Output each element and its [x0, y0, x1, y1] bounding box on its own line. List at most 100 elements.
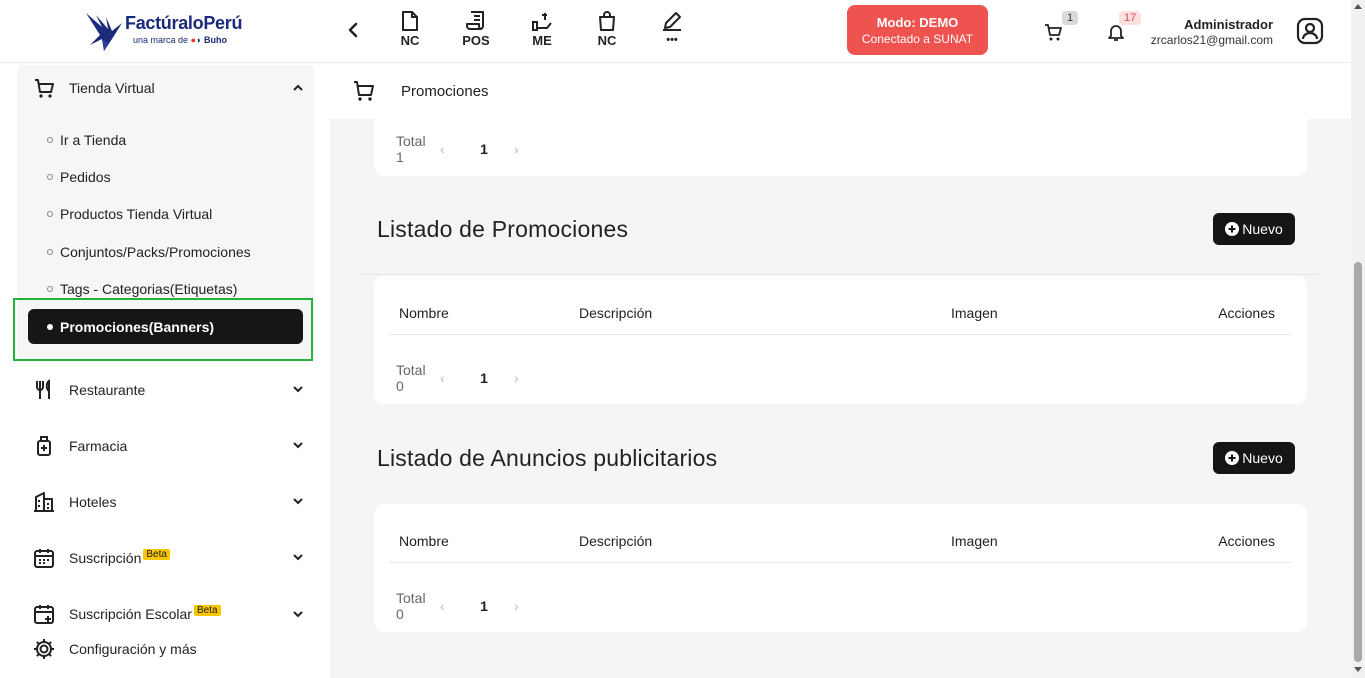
submenu-ir-a-tienda[interactable]: Ir a Tienda	[47, 132, 126, 148]
sidebar-item-label: Restaurante	[69, 382, 146, 398]
chevron-down-icon[interactable]	[292, 495, 304, 507]
notification-count-badge: 17	[1119, 11, 1142, 25]
new-promocion-button[interactable]: Nuevo	[1213, 213, 1295, 245]
next-page-icon[interactable]: ›	[514, 141, 528, 157]
submenu-conjuntos[interactable]: Conjuntos/Packs/Promociones	[47, 244, 251, 260]
sidebar-item-label: Suscripción Beta	[69, 549, 170, 566]
sidebar-item-suscripcion[interactable]: Suscripción Beta	[33, 547, 170, 569]
cart-icon[interactable]	[1043, 22, 1063, 42]
sidebar-item-label: Suscripción Escolar Beta	[69, 605, 221, 622]
prev-page-icon[interactable]: ‹	[440, 598, 454, 614]
chevron-down-icon[interactable]	[292, 551, 304, 563]
quick-pos-button[interactable]: POS	[456, 10, 496, 54]
top-bar: FactúraloPerú una marca de ●◗ Buho NC PO…	[0, 0, 1351, 63]
page-number[interactable]: 1	[454, 141, 514, 157]
breadcrumb: Promociones	[330, 63, 1351, 119]
sidebar-item-tienda-virtual[interactable]: Tienda Virtual	[33, 77, 155, 99]
new-anuncio-button[interactable]: Nuevo	[1213, 442, 1295, 474]
prev-page-icon[interactable]: ‹	[440, 370, 454, 386]
user-avatar-icon[interactable]	[1296, 17, 1324, 45]
quick-me-button[interactable]: ME	[522, 10, 562, 54]
column-header-descripcion: Descripción	[579, 533, 653, 549]
sidebar-item-farmacia[interactable]: Farmacia	[33, 435, 127, 457]
user-name: Administrador	[1184, 17, 1273, 32]
submenu-productos[interactable]: Productos Tienda Virtual	[47, 206, 212, 222]
bell-icon[interactable]	[1106, 22, 1126, 42]
column-header-acciones: Acciones	[1218, 533, 1275, 549]
bullet-icon	[47, 174, 53, 180]
bullet-icon	[47, 249, 53, 255]
sidebar-item-restaurante[interactable]: Restaurante	[33, 379, 145, 401]
bullet-icon	[47, 323, 53, 330]
header-divider	[390, 562, 1291, 563]
previous-list-card: Total 1 ‹ 1 ›	[374, 119, 1307, 176]
column-header-imagen: Imagen	[951, 305, 998, 321]
demo-mode-label: Modo: DEMO	[876, 15, 959, 30]
chevron-down-icon[interactable]	[292, 439, 304, 451]
quick-more-button[interactable]: •••	[652, 10, 692, 54]
submenu-promociones-banners[interactable]: Promociones(Banners)	[28, 309, 303, 344]
column-header-imagen: Imagen	[951, 533, 998, 549]
pagination: Total 1 ‹ 1 ›	[396, 133, 528, 165]
submenu-pedidos[interactable]: Pedidos	[47, 169, 111, 185]
button-label: Nuevo	[1242, 450, 1283, 466]
sidebar-item-suscripcion-escolar[interactable]: Suscripción Escolar Beta	[33, 603, 221, 625]
next-page-icon[interactable]: ›	[514, 370, 528, 386]
cart-count-badge: 1	[1062, 11, 1079, 25]
chevron-down-icon[interactable]	[292, 383, 304, 395]
beta-badge: Beta	[193, 605, 221, 616]
user-email: zrcarlos21@gmail.com	[1150, 33, 1273, 47]
brand-logo[interactable]: FactúraloPerú una marca de ●◗ Buho	[82, 9, 252, 55]
bird-logo-icon	[86, 13, 122, 51]
scroll-down-arrow-icon[interactable]	[1354, 667, 1362, 672]
sidebar-item-label: Farmacia	[69, 438, 128, 454]
promociones-table-card: Nombre Descripción Imagen Acciones Total…	[374, 276, 1307, 404]
scroll-up-arrow-icon[interactable]	[1354, 4, 1362, 9]
main-content: Promociones Total 1 ‹ 1 › Listado de Pro…	[330, 63, 1351, 678]
chevron-up-icon[interactable]	[292, 82, 304, 94]
submenu-tags[interactable]: Tags - Categorias(Etiquetas)	[47, 281, 237, 297]
column-header-descripcion: Descripción	[579, 305, 653, 321]
section-title-promociones: Listado de Promociones	[377, 216, 629, 242]
button-label: Nuevo	[1242, 221, 1283, 237]
header-divider	[390, 334, 1291, 335]
column-header-nombre: Nombre	[399, 305, 449, 321]
sidebar-item-label: Hoteles	[69, 494, 117, 510]
quick-nc-button[interactable]: NC	[390, 10, 430, 54]
page-number[interactable]: 1	[454, 370, 514, 386]
chevron-left-icon[interactable]	[344, 20, 362, 40]
chevron-down-icon[interactable]	[292, 608, 304, 620]
pagination-total: Total 0	[396, 590, 426, 622]
prev-page-icon[interactable]: ‹	[440, 141, 454, 157]
quick-nc2-button[interactable]: NC	[587, 10, 627, 54]
calendar-add-icon	[34, 605, 54, 624]
pagination-total: Total 0	[396, 362, 426, 394]
user-info[interactable]: Administrador zrcarlos21@gmail.com	[1151, 17, 1273, 47]
submenu-label: Tags - Categorias(Etiquetas)	[60, 281, 238, 297]
sunat-status: Conectado a SUNAT	[861, 32, 974, 46]
hand-money-icon	[532, 13, 552, 31]
sidebar-item-hoteles[interactable]: Hoteles	[33, 491, 116, 513]
column-header-acciones: Acciones	[1218, 305, 1275, 321]
anuncios-table-card: Nombre Descripción Imagen Acciones Total…	[374, 504, 1307, 632]
submenu-label: Productos Tienda Virtual	[60, 206, 213, 222]
submenu-label: Ir a Tienda	[60, 132, 127, 148]
bullet-icon	[47, 137, 53, 143]
pagination-total: Total 1	[396, 133, 426, 165]
utensils-icon	[36, 379, 50, 399]
sidebar-item-configuracion[interactable]: Configuración y más	[33, 638, 197, 660]
cart-icon	[35, 79, 54, 98]
bullet-icon	[47, 211, 53, 217]
scrollbar-thumb[interactable]	[1354, 262, 1362, 662]
submenu-label: Promociones(Banners)	[60, 318, 215, 335]
demo-mode-badge[interactable]: Modo: DEMO Conectado a SUNAT	[847, 5, 988, 55]
column-header-nombre: Nombre	[399, 533, 449, 549]
brand-name: FactúraloPerú	[125, 13, 243, 33]
calendar-icon	[34, 549, 54, 568]
pagination: Total 0 ‹ 1 ›	[396, 362, 528, 394]
next-page-icon[interactable]: ›	[514, 598, 528, 614]
cart-icon	[354, 81, 374, 101]
plus-circle-icon	[1225, 222, 1240, 236]
page-number[interactable]: 1	[454, 598, 514, 614]
page-scrollbar[interactable]	[1351, 0, 1365, 678]
